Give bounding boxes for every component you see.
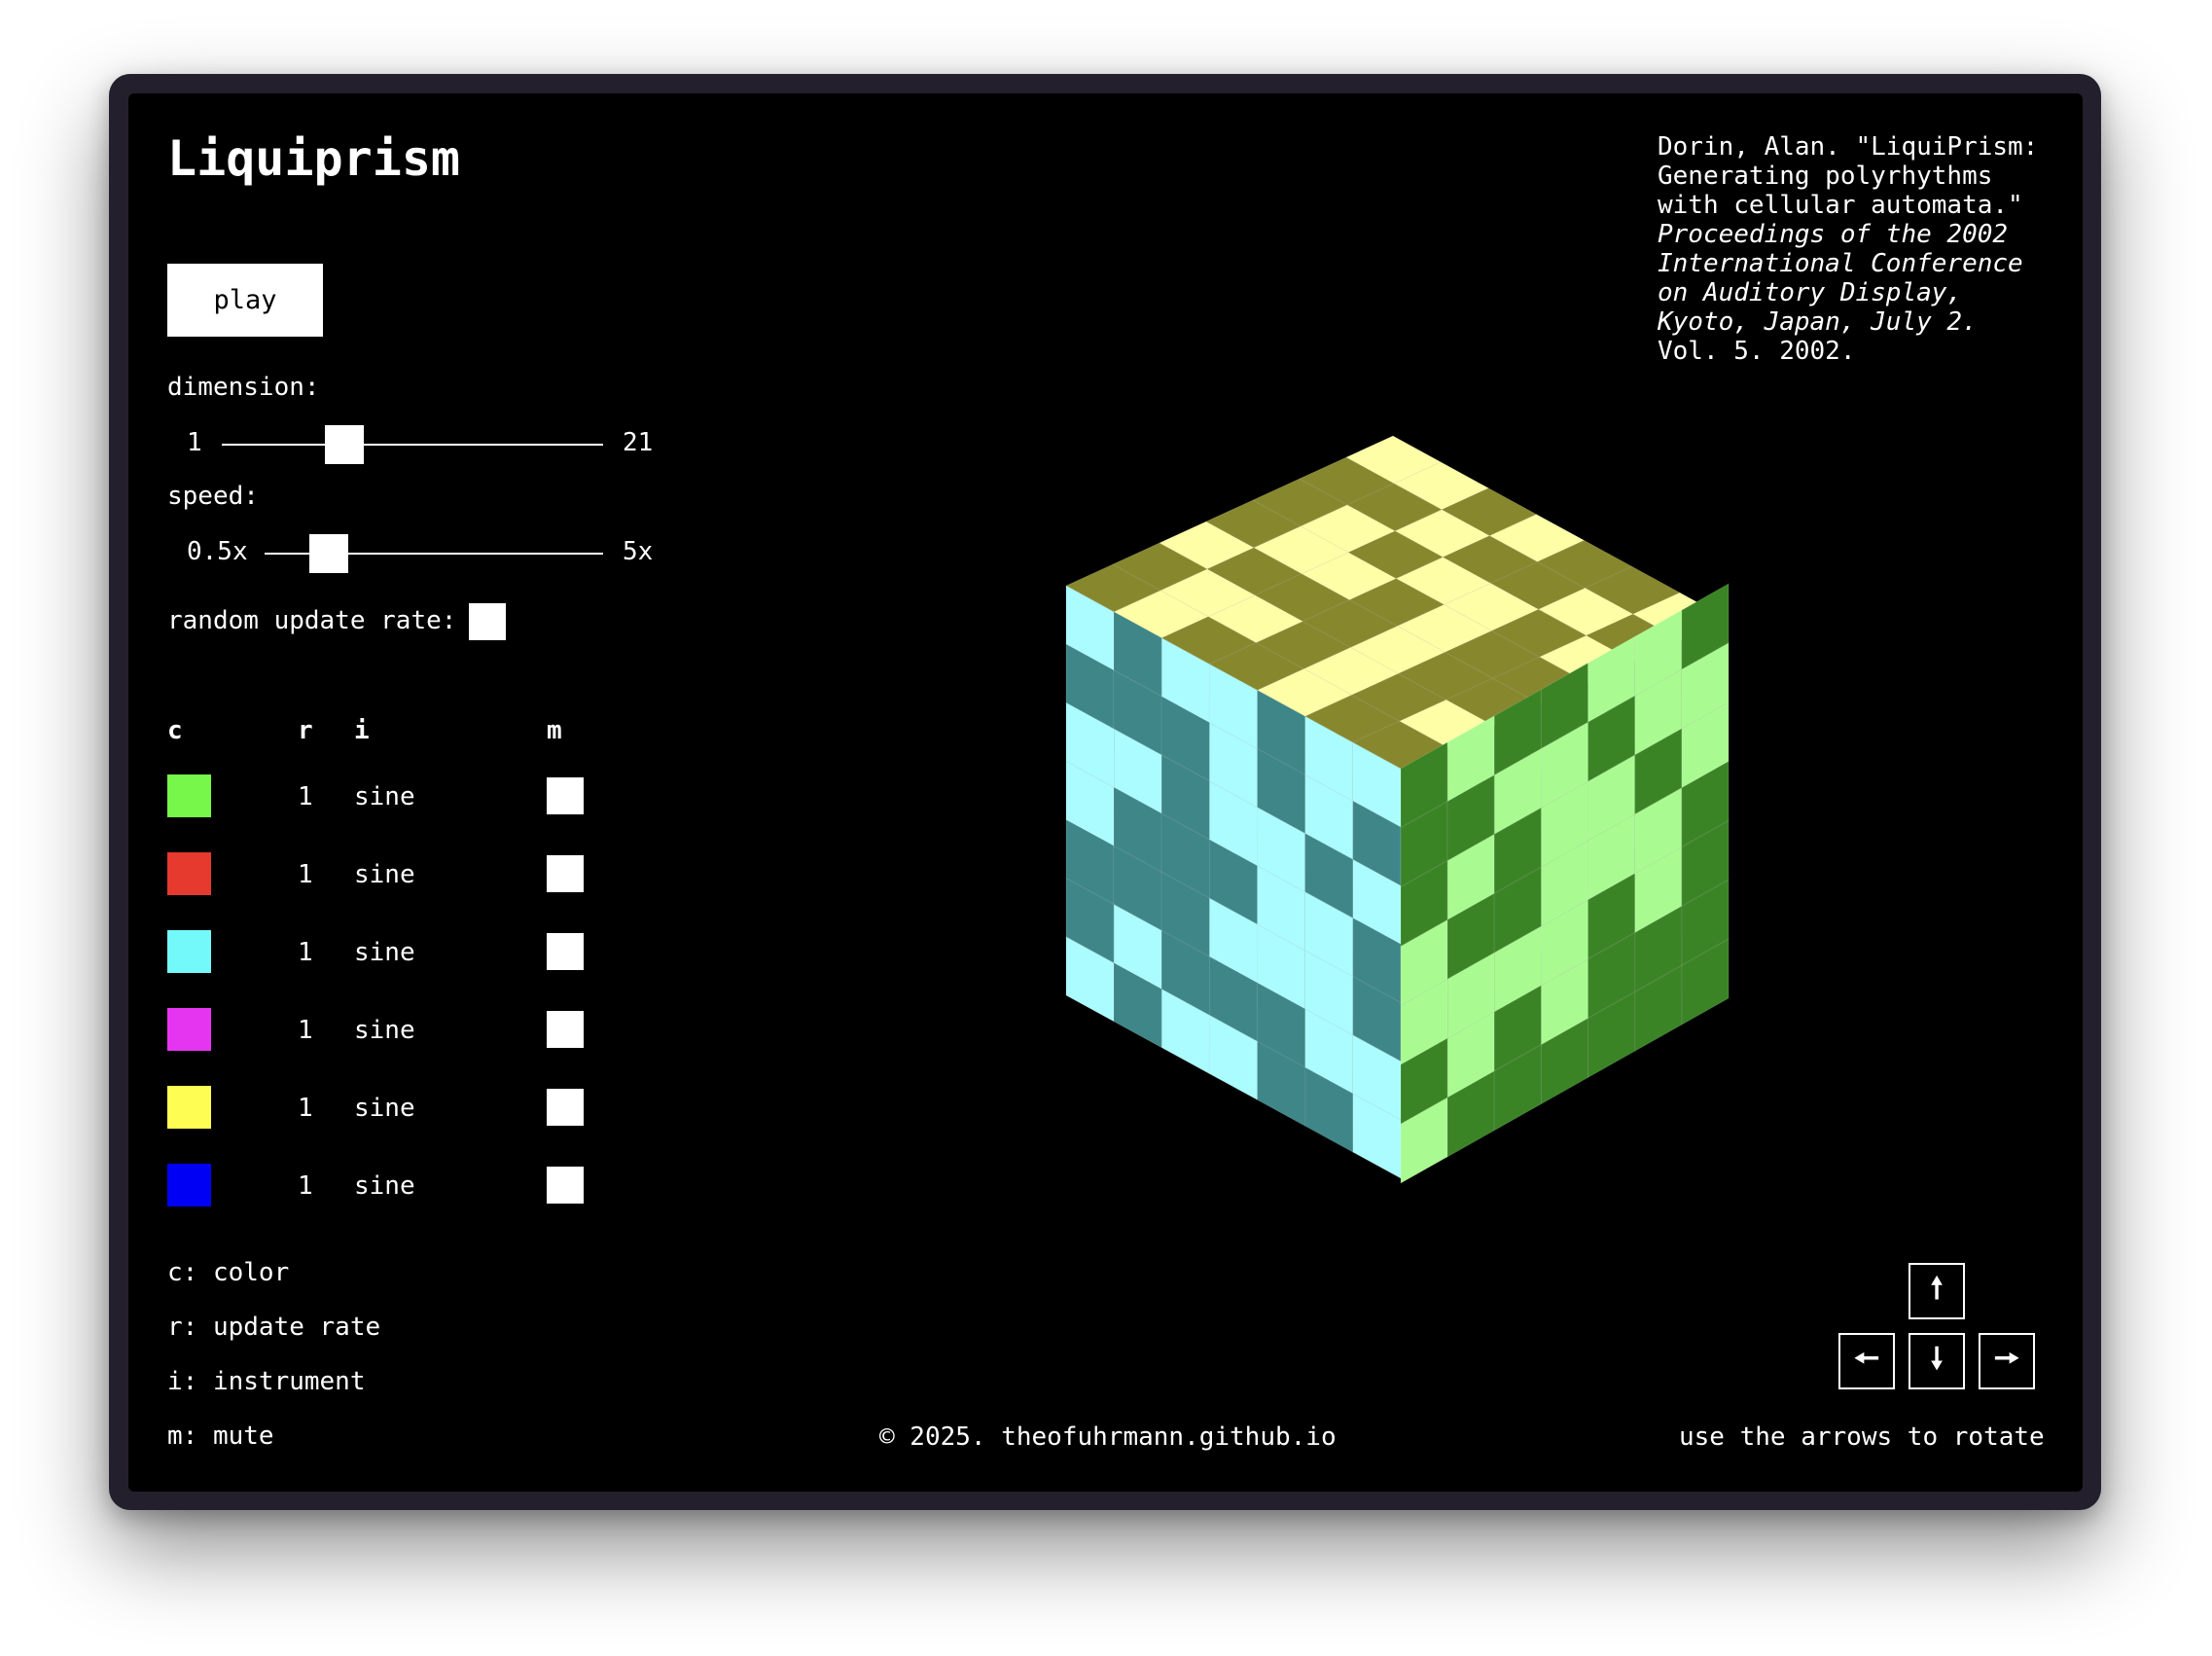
arrow-up-icon: 🠕 xyxy=(1930,1271,1944,1306)
rotate-left-button[interactable]: 🠔 xyxy=(1838,1333,1895,1389)
arrow-right-icon: 🠖 xyxy=(1993,1341,2020,1376)
rotate-hint: use the arrows to rotate xyxy=(1679,1422,2045,1452)
arrow-down-icon: 🠗 xyxy=(1930,1341,1944,1376)
arrow-left-icon: 🠔 xyxy=(1853,1341,1880,1376)
copyright-text: © 2025. theofuhrmann.github.io xyxy=(879,1422,1337,1452)
rotate-right-button[interactable]: 🠖 xyxy=(1979,1333,2035,1389)
rotate-up-button[interactable]: 🠕 xyxy=(1909,1263,1965,1319)
app-canvas: Liquiprism play dimension: 1 21 speed: 0… xyxy=(128,93,2083,1492)
liquiprism-cube[interactable] xyxy=(128,93,2083,1492)
rotate-down-button[interactable]: 🠗 xyxy=(1909,1333,1965,1389)
